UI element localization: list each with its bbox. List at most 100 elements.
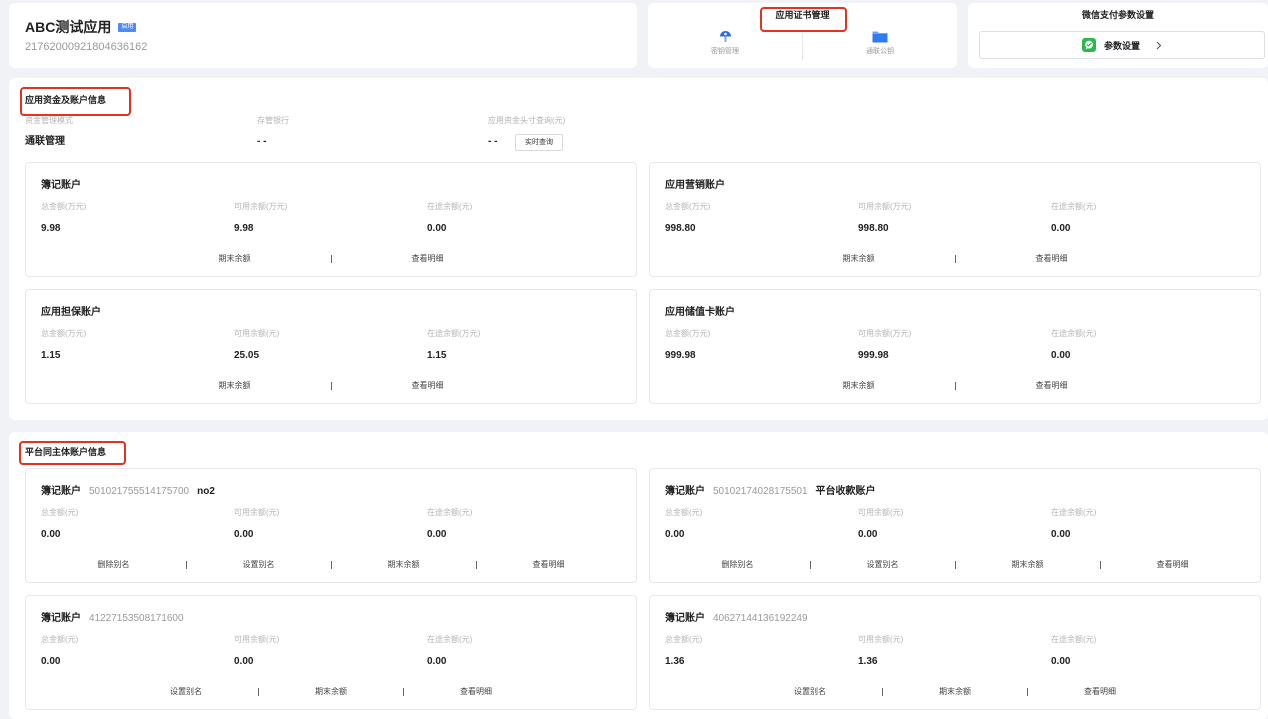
field-value: 0.00 <box>41 529 61 540</box>
public-key-item[interactable]: 通联公钥 <box>803 27 957 63</box>
account-name: 簿记账户 <box>41 613 81 624</box>
field-value: 0.00 <box>427 529 447 540</box>
in-transit-balance-field: 在途余额(元) 0.00 <box>1051 201 1241 236</box>
separator <box>330 560 332 569</box>
account-name: 簿记账户 <box>41 180 81 191</box>
key-management-label: 密钥管理 <box>711 48 739 55</box>
available-balance-field: 可用余额(元) 25.05 <box>234 328 424 363</box>
set-alias-link[interactable]: 设置别名 <box>144 686 228 697</box>
marketing-account-card: 应用营销账户 总金额(万元) 998.80 可用余额(万元) 998.80 在途… <box>649 162 1261 277</box>
account-title: 应用储值卡账户 <box>665 306 735 319</box>
field-value: 0.00 <box>1051 223 1071 234</box>
account-alias: no2 <box>197 486 215 497</box>
set-alias-link[interactable]: 设置别名 <box>841 559 925 570</box>
period-end-balance-link[interactable]: 期末余额 <box>913 686 997 697</box>
fund-mode-value: 通联管理 <box>25 136 65 147</box>
section-title: 应用资金及账户信息 <box>25 95 107 105</box>
status-badge: 启用 <box>118 22 137 32</box>
available-balance-field: 可用余额(万元) 998.80 <box>858 201 1048 236</box>
set-alias-link[interactable]: 设置别名 <box>217 559 301 570</box>
view-details-link[interactable]: 查看明细 <box>1058 686 1142 697</box>
delete-alias-link[interactable]: 删除别名 <box>696 559 780 570</box>
platform-accounts-section: 平台同主体账户信息 簿记账户 501021755514175700 no2 总金… <box>9 432 1268 719</box>
available-balance-field: 可用余额(万元) 999.98 <box>858 328 1048 363</box>
field-label: 总金额(万元) <box>41 202 87 211</box>
custodian-bank-value: - - <box>257 136 267 147</box>
field-value: 1.15 <box>427 350 447 361</box>
app-funds-section: 应用资金及账户信息 资金管理模式 存管银行 应用资金头寸查询(元) 通联管理 -… <box>9 78 1268 420</box>
wechat-params-label: 参数设置 <box>1103 40 1140 51</box>
account-actions: 期末余额 查看明细 <box>26 380 636 391</box>
period-end-balance-link[interactable]: 期末余额 <box>799 380 919 391</box>
field-label: 总金额(元) <box>665 508 703 517</box>
available-balance-field: 可用余额(元) 0.00 <box>234 507 424 542</box>
separator <box>1027 687 1028 696</box>
key-icon <box>719 27 732 43</box>
field-label: 总金额(元) <box>41 635 79 644</box>
app-id: 21762000921804636162 <box>25 41 148 53</box>
cert-management-card: 应用证书管理 密钥管理 通联公钥 <box>648 3 957 68</box>
custodian-bank-label: 存管银行 <box>257 116 289 125</box>
field-value: 9.98 <box>41 223 61 234</box>
field-label: 在途余额(元) <box>1051 329 1097 338</box>
account-actions: 删除别名 设置别名 期末余额 查看明细 <box>650 559 1260 570</box>
realtime-query-button[interactable]: 实时查询 <box>515 134 563 151</box>
delete-alias-link[interactable]: 删除别名 <box>72 559 156 570</box>
key-management-item[interactable]: 密钥管理 <box>648 27 802 63</box>
field-label: 可用余额(元) <box>858 635 904 644</box>
stored-value-account-card: 应用储值卡账户 总金额(万元) 999.98 可用余额(万元) 999.98 在… <box>649 289 1261 404</box>
period-end-balance-link[interactable]: 期末余额 <box>175 380 295 391</box>
separator <box>954 381 956 390</box>
set-alias-link[interactable]: 设置别名 <box>768 686 852 697</box>
separator <box>1099 560 1101 569</box>
field-value: 999.98 <box>665 350 696 361</box>
period-end-balance-link[interactable]: 期末余额 <box>175 253 295 264</box>
account-name: 簿记账户 <box>665 613 705 624</box>
wechat-params-button[interactable]: 参数设置 <box>979 31 1265 59</box>
field-value: 0.00 <box>1051 529 1071 540</box>
wechat-icon <box>1081 38 1096 52</box>
field-value: 0.00 <box>665 529 685 540</box>
account-name: 应用担保账户 <box>41 307 101 318</box>
account-name: 应用储值卡账户 <box>665 307 735 318</box>
account-title: 簿记账户 <box>41 179 81 192</box>
period-end-balance-link[interactable]: 期末余额 <box>986 559 1070 570</box>
separator <box>882 687 883 696</box>
view-details-link[interactable]: 查看明细 <box>507 559 591 570</box>
account-title: 应用营销账户 <box>665 179 725 192</box>
view-details-link[interactable]: 查看明细 <box>368 380 488 391</box>
view-details-link[interactable]: 查看明细 <box>1131 559 1215 570</box>
period-end-balance-link[interactable]: 期末余额 <box>799 253 919 264</box>
field-value: 1.15 <box>41 350 61 361</box>
ledger-account-card: 簿记账户 总金额(万元) 9.98 可用余额(万元) 9.98 在途余额(元) … <box>25 162 637 277</box>
chevron-right-icon <box>1156 41 1162 50</box>
account-actions: 设置别名 期末余额 查看明细 <box>26 686 636 697</box>
separator <box>954 254 956 263</box>
field-label: 在途余额(万元) <box>427 329 481 338</box>
public-key-label: 通联公钥 <box>866 48 894 55</box>
account-title: 应用担保账户 <box>41 306 101 319</box>
in-transit-balance-field: 在途余额(元) 0.00 <box>1051 634 1241 669</box>
field-value: 0.00 <box>234 529 254 540</box>
position-query-value: - - <box>488 136 498 147</box>
period-end-balance-link[interactable]: 期末余额 <box>362 559 446 570</box>
available-balance-field: 可用余额(万元) 9.98 <box>234 201 424 236</box>
field-value: 998.80 <box>858 223 889 234</box>
separator <box>258 687 259 696</box>
field-label: 总金额(万元) <box>41 329 87 338</box>
view-details-link[interactable]: 查看明细 <box>368 253 488 264</box>
view-details-link[interactable]: 查看明细 <box>992 253 1112 264</box>
field-label: 可用余额(元) <box>858 508 904 517</box>
period-end-balance-link[interactable]: 期末余额 <box>289 686 373 697</box>
view-details-link[interactable]: 查看明细 <box>434 686 518 697</box>
platform-ledger-account-card: 簿记账户 40627144136192249 总金额(元) 1.36 可用余额(… <box>649 595 1261 710</box>
field-label: 总金额(万元) <box>665 202 711 211</box>
view-details-link[interactable]: 查看明细 <box>992 380 1112 391</box>
platform-ledger-account-card: 簿记账户 41227153508171600 总金额(元) 0.00 可用余额(… <box>25 595 637 710</box>
field-value: 25.05 <box>234 350 260 361</box>
field-value: 0.00 <box>41 656 61 667</box>
platform-ledger-account-card: 簿记账户 50102174028175501 平台收款账户 总金额(元) 0.0… <box>649 468 1261 583</box>
separator <box>330 254 332 263</box>
platform-ledger-account-card: 簿记账户 501021755514175700 no2 总金额(元) 0.00 … <box>25 468 637 583</box>
wechat-pay-card: 微信支付参数设置 参数设置 <box>968 3 1268 68</box>
